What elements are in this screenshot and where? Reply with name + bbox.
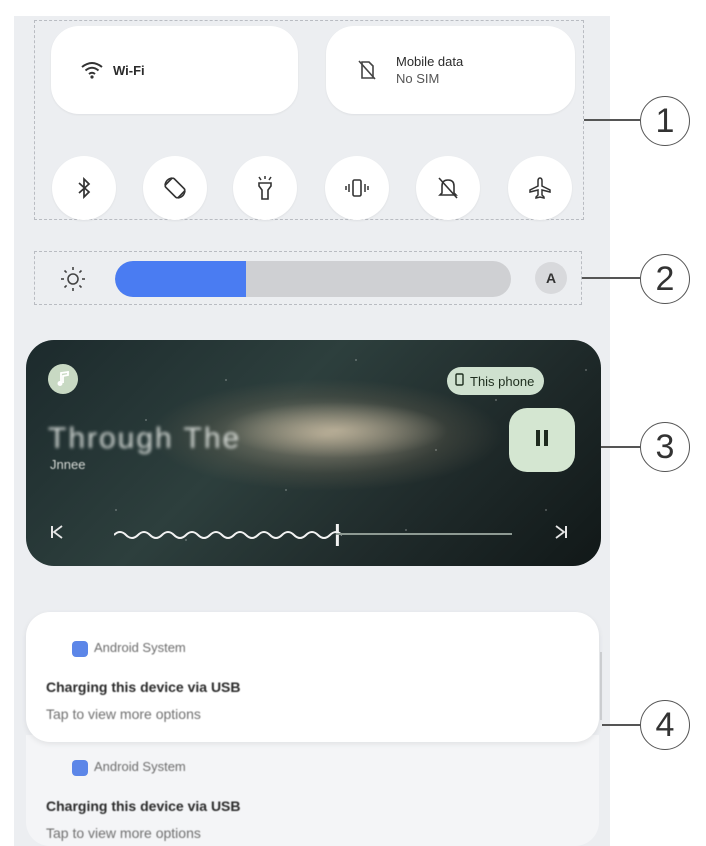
do-not-disturb-toggle[interactable] <box>416 156 480 220</box>
brightness-slider[interactable] <box>115 261 511 297</box>
notification-app-name: Android System <box>94 640 186 655</box>
vibrate-toggle[interactable] <box>325 156 389 220</box>
auto-rotate-icon <box>163 176 187 200</box>
airplane-mode-toggle[interactable] <box>508 156 572 220</box>
phone-icon <box>455 373 464 389</box>
song-title: Through The <box>48 422 242 455</box>
seek-bar-played <box>114 531 343 539</box>
callout-1: 1 <box>640 96 690 146</box>
scroll-indicator <box>600 652 602 720</box>
notification-body: Tap to view more options <box>46 706 201 722</box>
media-player-card[interactable]: This phone Through The Jnnee <box>26 340 601 566</box>
vibrate-icon <box>344 178 370 198</box>
notification-card[interactable]: Android System Charging this device via … <box>26 612 599 742</box>
do-not-disturb-icon <box>437 176 459 200</box>
seek-bar-remaining <box>336 533 512 535</box>
flashlight-toggle[interactable] <box>233 156 297 220</box>
auto-brightness-button[interactable]: A <box>535 262 567 294</box>
brightness-slider-fill <box>115 261 246 297</box>
notification-title: Charging this device via USB <box>46 798 241 814</box>
notification-title: Charging this device via USB <box>46 679 241 695</box>
no-sim-icon <box>358 60 376 80</box>
auto-rotate-toggle[interactable] <box>143 156 207 220</box>
previous-track-icon[interactable] <box>50 524 64 545</box>
android-system-icon <box>72 641 88 657</box>
seek-bar-wave[interactable] <box>114 520 344 550</box>
mobile-data-tile[interactable]: Mobile data No SIM <box>326 26 575 114</box>
callout-3: 3 <box>640 422 690 472</box>
callout-4: 4 <box>640 700 690 750</box>
callout-2: 2 <box>640 254 690 304</box>
notification-body: Tap to view more options <box>46 825 201 841</box>
bluetooth-icon <box>76 177 92 199</box>
mobile-data-title: Mobile data <box>396 54 464 69</box>
notification-app-name: Android System <box>94 759 186 774</box>
song-artist: Jnnee <box>50 457 86 472</box>
callout-2-leader <box>582 277 640 279</box>
notification-card[interactable]: Android System Charging this device via … <box>26 735 599 846</box>
bluetooth-toggle[interactable] <box>52 156 116 220</box>
wifi-icon <box>81 61 103 79</box>
seek-bar-thumb <box>335 524 339 546</box>
output-device-chip[interactable]: This phone <box>447 367 545 395</box>
brightness-icon <box>60 266 86 297</box>
music-app-icon <box>48 364 78 394</box>
wifi-label: Wi-Fi <box>113 62 145 78</box>
next-track-icon[interactable] <box>554 524 568 545</box>
mobile-data-status: No SIM <box>396 71 440 86</box>
callout-3-leader <box>601 446 640 448</box>
callout-1-leader <box>584 119 640 121</box>
pause-button[interactable] <box>509 408 575 472</box>
airplane-mode-icon <box>528 176 552 200</box>
pause-icon <box>534 429 550 452</box>
flashlight-icon <box>255 175 275 201</box>
mobile-data-text: Mobile data No SIM <box>396 53 463 87</box>
callout-4-leader <box>602 724 640 726</box>
wifi-tile[interactable]: Wi-Fi <box>51 26 298 114</box>
android-system-icon <box>72 760 88 776</box>
output-device-label: This phone <box>470 373 535 389</box>
